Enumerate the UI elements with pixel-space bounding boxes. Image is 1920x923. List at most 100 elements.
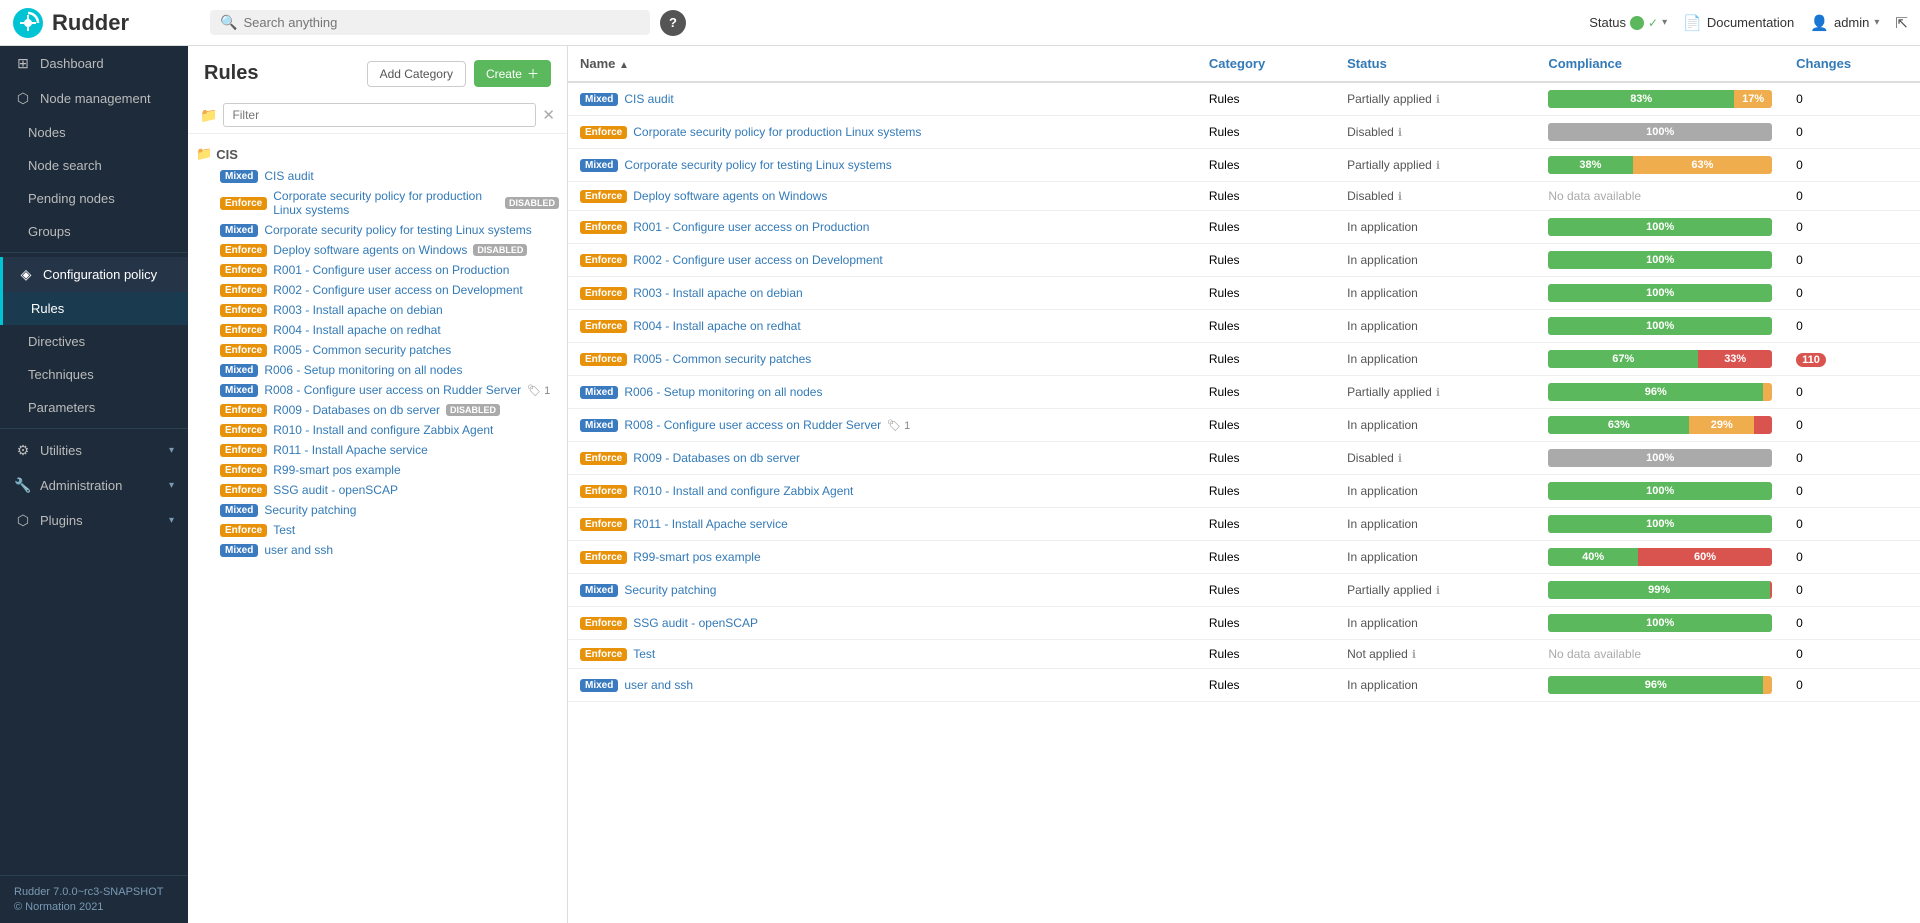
table-row[interactable]: EnforceCorporate security policy for pro… bbox=[568, 116, 1920, 149]
row-name[interactable]: R99-smart pos example bbox=[633, 550, 760, 564]
status-info-icon[interactable]: ℹ bbox=[1436, 584, 1440, 597]
help-button[interactable]: ? bbox=[660, 10, 686, 36]
table-row[interactable]: EnforceR001 - Configure user access on P… bbox=[568, 211, 1920, 244]
tree-category-cis[interactable]: 📁 CIS bbox=[188, 142, 567, 166]
status-info-icon[interactable]: ℹ bbox=[1436, 159, 1440, 172]
sidebar-item-parameters[interactable]: Parameters bbox=[0, 391, 188, 424]
create-button[interactable]: Create ＋ bbox=[474, 60, 551, 87]
row-name[interactable]: Test bbox=[633, 647, 655, 661]
status-button[interactable]: Status ✓ ▾ bbox=[1589, 15, 1667, 30]
filter-input[interactable] bbox=[223, 103, 536, 127]
tree-item[interactable]: EnforceSSG audit - openSCAP bbox=[188, 480, 567, 500]
status-info-icon[interactable]: ℹ bbox=[1436, 93, 1440, 106]
row-name[interactable]: R004 - Install apache on redhat bbox=[633, 319, 800, 333]
row-tag-icon: 🏷 1 bbox=[887, 419, 910, 432]
status-info-icon[interactable]: ℹ bbox=[1398, 452, 1402, 465]
tree-item[interactable]: EnforceR004 - Install apache on redhat bbox=[188, 320, 567, 340]
table-row[interactable]: MixedCIS auditRulesPartially appliedℹ83%… bbox=[568, 82, 1920, 116]
row-name[interactable]: R005 - Common security patches bbox=[633, 352, 811, 366]
table-row[interactable]: EnforceR010 - Install and configure Zabb… bbox=[568, 475, 1920, 508]
tree-item[interactable]: EnforceR010 - Install and configure Zabb… bbox=[188, 420, 567, 440]
cell-status: In application bbox=[1335, 508, 1536, 541]
status-info-icon[interactable]: ℹ bbox=[1436, 386, 1440, 399]
table-row[interactable]: EnforceTestRulesNot appliedℹNo data avai… bbox=[568, 640, 1920, 669]
sidebar-item-nodes[interactable]: Nodes bbox=[0, 116, 188, 149]
row-name[interactable]: Security patching bbox=[624, 583, 716, 597]
sidebar-item-plugins[interactable]: ⬡ Plugins ▾ bbox=[0, 503, 188, 538]
row-name[interactable]: user and ssh bbox=[624, 678, 693, 692]
col-category[interactable]: Category bbox=[1197, 46, 1335, 82]
sidebar-item-techniques[interactable]: Techniques bbox=[0, 358, 188, 391]
tree-item[interactable]: EnforceR005 - Common security patches bbox=[188, 340, 567, 360]
tree-item[interactable]: EnforceR002 - Configure user access on D… bbox=[188, 280, 567, 300]
row-name[interactable]: Corporate security policy for production… bbox=[633, 125, 921, 139]
external-link-icon[interactable]: ⇱ bbox=[1895, 14, 1908, 32]
row-name[interactable]: R009 - Databases on db server bbox=[633, 451, 800, 465]
sidebar-item-node-search[interactable]: Node search bbox=[0, 149, 188, 182]
tree-item[interactable]: EnforceR009 - Databases on db serverDISA… bbox=[188, 400, 567, 420]
row-name[interactable]: SSG audit - openSCAP bbox=[633, 616, 758, 630]
tree-item[interactable]: EnforceR003 - Install apache on debian bbox=[188, 300, 567, 320]
table-row[interactable]: EnforceDeploy software agents on Windows… bbox=[568, 182, 1920, 211]
cell-status: Partially appliedℹ bbox=[1335, 376, 1536, 409]
table-row[interactable]: EnforceSSG audit - openSCAPRulesIn appli… bbox=[568, 607, 1920, 640]
search-input[interactable] bbox=[243, 15, 640, 30]
row-name[interactable]: CIS audit bbox=[624, 92, 673, 106]
col-name[interactable]: Name ▲ bbox=[568, 46, 1197, 82]
table-row[interactable]: MixedR006 - Setup monitoring on all node… bbox=[568, 376, 1920, 409]
table-row[interactable]: EnforceR009 - Databases on db serverRule… bbox=[568, 442, 1920, 475]
table-row[interactable]: MixedSecurity patchingRulesPartially app… bbox=[568, 574, 1920, 607]
sidebar-item-configuration-policy[interactable]: ◈ Configuration policy bbox=[0, 257, 188, 292]
status-info-icon[interactable]: ℹ bbox=[1412, 648, 1416, 661]
sidebar-item-administration[interactable]: 🔧 Administration ▾ bbox=[0, 468, 188, 503]
table-row[interactable]: MixedR008 - Configure user access on Rud… bbox=[568, 409, 1920, 442]
sidebar-item-utilities[interactable]: ⚙ Utilities ▾ bbox=[0, 433, 188, 468]
table-row[interactable]: EnforceR004 - Install apache on redhatRu… bbox=[568, 310, 1920, 343]
table-row[interactable]: Mixeduser and sshRulesIn application96%0 bbox=[568, 669, 1920, 702]
row-name[interactable]: R010 - Install and configure Zabbix Agen… bbox=[633, 484, 853, 498]
tree-item-label: CIS audit bbox=[264, 169, 313, 183]
col-changes[interactable]: Changes bbox=[1784, 46, 1920, 82]
tree-item[interactable]: MixedSecurity patching bbox=[188, 500, 567, 520]
admin-button[interactable]: 👤 admin ▾ bbox=[1810, 14, 1879, 32]
table-row[interactable]: EnforceR005 - Common security patchesRul… bbox=[568, 343, 1920, 376]
table-row[interactable]: EnforceR99-smart pos exampleRulesIn appl… bbox=[568, 541, 1920, 574]
tree-item[interactable]: EnforceCorporate security policy for pro… bbox=[188, 186, 567, 220]
sidebar-item-directives[interactable]: Directives bbox=[0, 325, 188, 358]
search-bar[interactable]: 🔍 bbox=[210, 10, 650, 35]
row-name[interactable]: R008 - Configure user access on Rudder S… bbox=[624, 418, 881, 432]
row-name[interactable]: Deploy software agents on Windows bbox=[633, 189, 827, 203]
tree-item[interactable]: EnforceDeploy software agents on Windows… bbox=[188, 240, 567, 260]
row-name[interactable]: Corporate security policy for testing Li… bbox=[624, 158, 891, 172]
row-name[interactable]: R001 - Configure user access on Producti… bbox=[633, 220, 869, 234]
col-compliance[interactable]: Compliance bbox=[1536, 46, 1784, 82]
row-name[interactable]: R011 - Install Apache service bbox=[633, 517, 788, 531]
tree-item[interactable]: EnforceR001 - Configure user access on P… bbox=[188, 260, 567, 280]
sidebar-item-rules[interactable]: Rules bbox=[0, 292, 188, 325]
sidebar-item-dashboard[interactable]: ⊞ Dashboard bbox=[0, 46, 188, 81]
filter-clear-button[interactable]: ✕ bbox=[542, 106, 555, 124]
tree-item[interactable]: Mixeduser and ssh bbox=[188, 540, 567, 560]
table-row[interactable]: EnforceR003 - Install apache on debianRu… bbox=[568, 277, 1920, 310]
status-info-icon[interactable]: ℹ bbox=[1398, 126, 1402, 139]
row-name[interactable]: R003 - Install apache on debian bbox=[633, 286, 802, 300]
status-info-icon[interactable]: ℹ bbox=[1398, 190, 1402, 203]
table-row[interactable]: EnforceR002 - Configure user access on D… bbox=[568, 244, 1920, 277]
docs-button[interactable]: 📄 Documentation bbox=[1683, 14, 1794, 32]
tree-item[interactable]: EnforceTest bbox=[188, 520, 567, 540]
tree-item[interactable]: EnforceR99-smart pos example bbox=[188, 460, 567, 480]
add-category-button[interactable]: Add Category bbox=[367, 61, 466, 87]
col-status[interactable]: Status bbox=[1335, 46, 1536, 82]
tree-item[interactable]: EnforceR011 - Install Apache service bbox=[188, 440, 567, 460]
sidebar-item-groups[interactable]: Groups bbox=[0, 215, 188, 248]
sidebar-item-pending-nodes[interactable]: Pending nodes bbox=[0, 182, 188, 215]
table-row[interactable]: EnforceR011 - Install Apache serviceRule… bbox=[568, 508, 1920, 541]
tree-item[interactable]: MixedCIS audit bbox=[188, 166, 567, 186]
sidebar-item-node-management[interactable]: ⬡ Node management bbox=[0, 81, 188, 116]
tree-item[interactable]: MixedCorporate security policy for testi… bbox=[188, 220, 567, 240]
table-row[interactable]: MixedCorporate security policy for testi… bbox=[568, 149, 1920, 182]
row-name[interactable]: R002 - Configure user access on Developm… bbox=[633, 253, 882, 267]
tree-item[interactable]: MixedR008 - Configure user access on Rud… bbox=[188, 380, 567, 400]
row-name[interactable]: R006 - Setup monitoring on all nodes bbox=[624, 385, 822, 399]
tree-item[interactable]: MixedR006 - Setup monitoring on all node… bbox=[188, 360, 567, 380]
